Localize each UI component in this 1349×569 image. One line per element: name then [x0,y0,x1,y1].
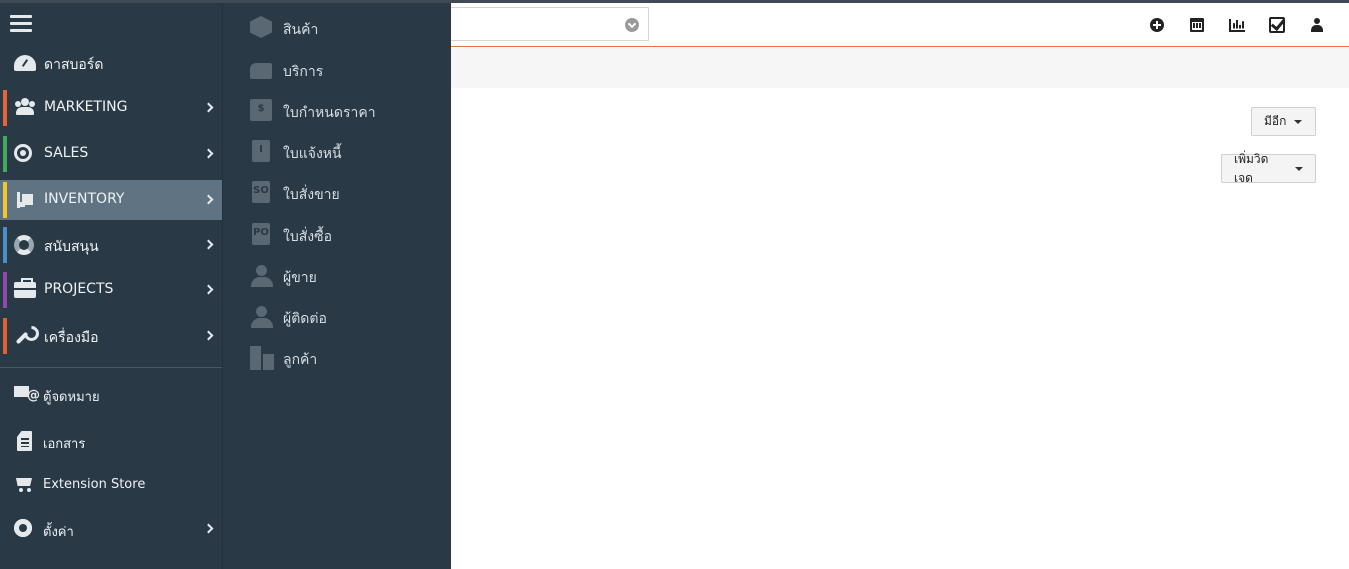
category-color-bar [3,90,7,126]
sidebar-item-label: ตั้งค่า [43,525,74,540]
sidebar-item-label: MARKETING [44,99,128,115]
add-widget-button-label: เพิ่มวิดเจด [1234,151,1269,185]
product-box-icon [250,16,274,40]
submenu-item-label: สินค้า [283,22,319,38]
sidebar-item-projects[interactable]: PROJECTS [0,270,222,310]
submenu-item-label: ใบแจ้งหนี้ [283,146,342,162]
mail-icon [14,384,40,404]
category-color-bar [3,136,7,172]
submenu-item-sales-orders[interactable]: SO ใบสั่งขาย [223,172,452,213]
wrench-icon [14,326,36,346]
more-button-label: มีอีก [1264,114,1287,128]
bar-chart-icon [1229,18,1245,32]
user-icon [1311,18,1323,32]
menu-toggle-icon[interactable] [10,15,32,33]
submenu-item-label: ใบกำหนดราคา [283,105,376,121]
price-book-icon: $ [250,99,274,123]
sidebar-item-label: SALES [44,145,89,161]
category-color-bar [3,182,7,218]
submenu-item-purchase-orders[interactable]: PO ใบสั่งซื้อ [223,214,452,255]
sidebar-item-label: ตู้จดหมาย [43,390,100,405]
more-dropdown-button[interactable]: มีอีก [1251,107,1316,136]
sidebar-item-mailbox[interactable]: ตู้จดหมาย [0,376,222,412]
lifebuoy-icon [14,235,36,255]
app-sidebar: ดาสบอร์ด MARKETING SALES INVENTORY สนับส… [0,3,222,569]
submenu-item-label: ใบสั่งซื้อ [283,229,333,245]
inventory-icon [14,190,36,210]
chevron-right-icon [203,194,214,205]
sidebar-item-extension-store[interactable]: Extension Store [0,467,222,503]
submenu-item-products[interactable]: สินค้า [223,7,452,48]
submenu-item-label: บริการ [283,64,324,80]
submenu-item-label: ผู้ติดต่อ [283,311,327,327]
global-search-input[interactable] [440,7,649,41]
gear-icon [14,519,38,539]
chevron-right-icon [203,523,214,534]
submenu-item-price-books[interactable]: $ ใบกำหนดราคา [223,90,452,131]
header-actions [1137,14,1337,36]
submenu-item-vendors[interactable]: ผู้ขาย [223,255,452,296]
service-hand-icon [250,58,274,82]
sidebar-item-settings[interactable]: ตั้งค่า [0,511,222,547]
calendar-button[interactable] [1177,14,1217,36]
submenu-item-label: ลูกค้า [283,352,318,368]
inventory-submenu: สินค้า บริการ $ ใบกำหนดราคา I ใบแจ้งหนี้… [222,3,451,569]
users-icon [14,98,36,118]
invoice-icon: I [250,140,274,164]
submenu-item-contacts[interactable]: ผู้ติดต่อ [223,296,452,337]
contact-icon [250,305,274,329]
category-color-bar [3,318,7,354]
submenu-item-label: ใบสั่งขาย [283,187,340,203]
chevron-right-icon [203,148,214,159]
chevron-right-icon [203,102,214,113]
chevron-right-icon [203,239,214,250]
sidebar-item-label: Extension Store [43,477,146,492]
sidebar-item-label: ดาสบอร์ด [44,57,104,73]
category-color-bar [3,272,7,308]
sales-order-icon: SO [250,181,274,205]
sidebar-item-sales[interactable]: SALES [0,134,222,174]
submenu-item-organizations[interactable]: ลูกค้า [223,337,452,378]
sidebar-divider [0,367,222,368]
briefcase-icon [14,278,36,300]
chevron-right-icon [203,330,214,341]
vendor-icon [250,264,274,288]
dashboard-icon [14,53,36,73]
sidebar-item-label: เครื่องมือ [44,330,99,346]
user-menu-button[interactable] [1297,14,1337,36]
organization-icon [250,346,274,370]
sidebar-item-documents[interactable]: เอกสาร [0,423,222,459]
calendar-icon [1190,18,1204,32]
reports-button[interactable] [1217,14,1257,36]
submenu-item-services[interactable]: บริการ [223,49,452,90]
purchase-order-icon: PO [250,223,274,247]
sidebar-item-marketing[interactable]: MARKETING [0,88,222,128]
tasks-button[interactable] [1257,14,1297,36]
sidebar-item-label: สนับสนุน [44,239,99,255]
cart-icon [14,475,38,495]
document-icon [14,431,38,451]
caret-down-icon [1295,166,1303,171]
search-dropdown-chevron-icon[interactable] [625,18,639,32]
add-widget-dropdown-button[interactable]: เพิ่มวิดเจด [1221,152,1316,185]
chevron-right-icon [203,284,214,295]
checkbox-icon [1269,17,1285,33]
sidebar-item-inventory[interactable]: INVENTORY [0,180,222,220]
sidebar-item-label: PROJECTS [44,281,114,297]
caret-down-icon [1294,119,1303,124]
sidebar-item-support[interactable]: สนับสนุน [0,225,222,265]
sidebar-item-dashboard[interactable]: ดาสบอร์ด [0,43,222,83]
sidebar-item-label: เอกสาร [43,437,86,452]
sidebar-item-tools[interactable]: เครื่องมือ [0,316,222,356]
category-color-bar [3,227,7,263]
target-icon [14,144,36,164]
submenu-item-invoices[interactable]: I ใบแจ้งหนี้ [223,131,452,172]
quick-create-button[interactable] [1137,14,1177,36]
plus-circle-icon [1150,18,1164,32]
sidebar-item-label: INVENTORY [44,191,125,207]
submenu-item-label: ผู้ขาย [283,270,317,286]
